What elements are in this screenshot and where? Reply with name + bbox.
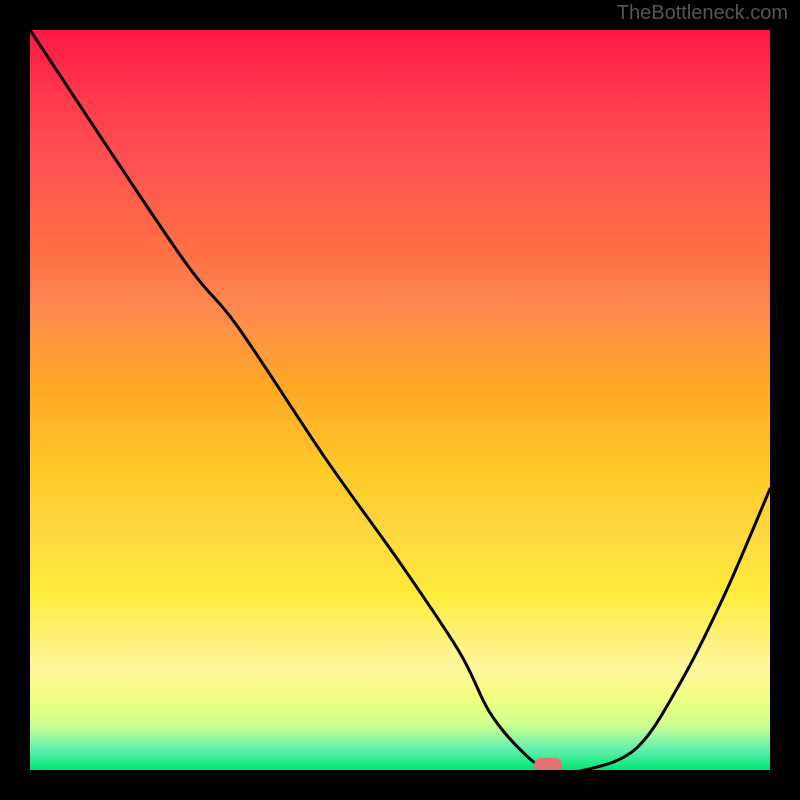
optimal-marker — [534, 758, 562, 770]
watermark-text: TheBottleneck.com — [617, 2, 788, 25]
chart-area — [30, 30, 770, 770]
bottleneck-curve — [30, 30, 770, 770]
